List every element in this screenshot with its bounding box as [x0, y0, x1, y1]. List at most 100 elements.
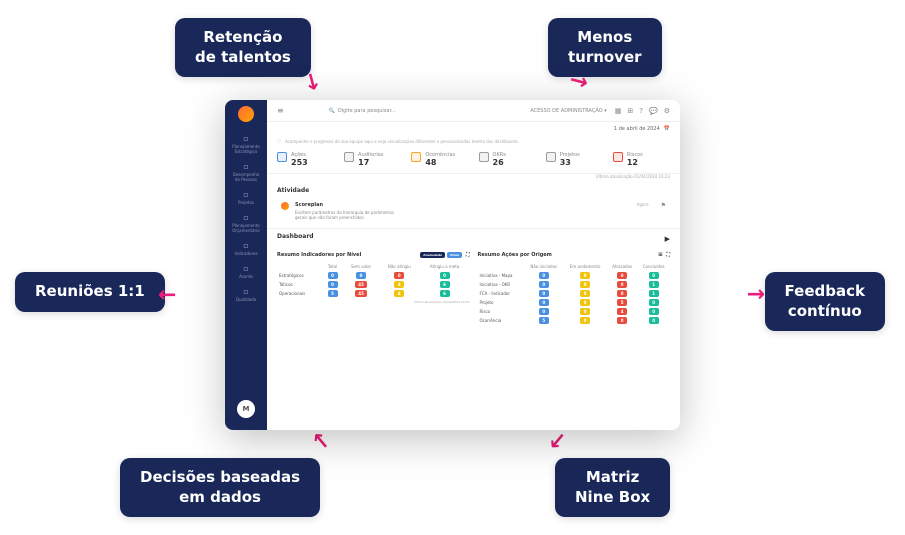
row-label: Iniciativa - Mapa	[478, 271, 525, 280]
sidebar-item-2[interactable]: ▫Projetos	[228, 186, 264, 209]
cell-value: 0	[649, 272, 659, 279]
table-row[interactable]: Iniciativa - OKR0001	[478, 280, 671, 289]
cell-value: 0	[580, 281, 590, 288]
stat-value: 26	[493, 158, 506, 167]
nav-icon: ▫	[230, 213, 262, 222]
cell-value: 0	[580, 290, 590, 297]
nav-icon: ▫	[230, 134, 262, 143]
play-icon[interactable]: ▶	[665, 235, 670, 243]
help-icon[interactable]: ?	[639, 107, 643, 115]
stat-value: 17	[358, 158, 383, 167]
expand-icon[interactable]: ⛶	[466, 252, 470, 258]
row-label: Risco	[478, 307, 525, 316]
arrow-icon: →	[747, 282, 765, 307]
stat-value: 33	[560, 158, 580, 167]
search-placeholder: Digite para pesquisar...	[338, 108, 396, 114]
cell-value: 0	[539, 290, 549, 297]
bubble-decisoes: Decisões baseadasem dados	[120, 458, 320, 517]
bubble-matriz: MatrizNine Box	[555, 458, 670, 517]
table-row[interactable]: Projeto 0 0 5 0	[478, 298, 671, 307]
col-header: Não atingiu	[379, 262, 419, 271]
pill-acumulado[interactable]: Acumulado	[420, 252, 445, 258]
stat-icon	[277, 152, 287, 162]
sidebar-item-0[interactable]: ▫Planejamento Estratégico	[228, 130, 264, 158]
arrow-icon: →	[158, 282, 176, 307]
cell-value: 0	[580, 272, 590, 279]
stat-okrs[interactable]: OKRs26	[479, 152, 536, 167]
nav-icon: ▫	[230, 190, 262, 199]
avatar[interactable]: M	[237, 400, 255, 418]
cell-value: 45	[355, 281, 367, 288]
sidebar-item-4[interactable]: ▫Indicadores	[228, 237, 264, 260]
cell-value: 0	[539, 299, 549, 306]
cell-value: 5	[328, 290, 338, 297]
col-header: Em andamento	[563, 262, 607, 271]
sidebar-item-5[interactable]: ▫Acordo	[228, 260, 264, 283]
admin-access-dropdown[interactable]: ACESSO DE ADMINISTRAÇÃO ▾	[530, 108, 606, 114]
cell-value: 5	[539, 317, 549, 324]
stat-icon	[613, 152, 623, 162]
stat-icon	[344, 152, 354, 162]
activity-time: Agora	[637, 202, 649, 207]
cell-value: 0	[539, 272, 549, 279]
chat-icon[interactable]: 💬	[649, 107, 658, 115]
calendar-icon[interactable]: 📅	[664, 126, 670, 132]
stat-icon	[479, 152, 489, 162]
grid-icon[interactable]: ▦	[615, 107, 622, 115]
cell-value: 1	[649, 281, 659, 288]
col-header: Não iniciados	[524, 262, 563, 271]
cell-value: 0	[328, 281, 338, 288]
settings-icon[interactable]: ⚙	[664, 107, 670, 115]
cell-value: 0	[394, 272, 404, 279]
logo-icon[interactable]	[238, 106, 254, 122]
activity-logo-icon	[281, 202, 289, 210]
stat-auditorias[interactable]: Auditorias17	[344, 152, 401, 167]
row-label: Estratégicos	[277, 271, 322, 280]
col-header: Concluídos	[637, 262, 670, 271]
nav-icon: ▫	[230, 287, 262, 296]
cell-value: 4	[394, 290, 404, 297]
table-row[interactable]: Ocorrência5000	[478, 316, 671, 325]
flag-icon[interactable]: ⚑	[661, 202, 666, 209]
apps-icon[interactable]: ⊞	[627, 107, 633, 115]
cell-value: 0	[539, 281, 549, 288]
table-row[interactable]: Iniciativa - Mapa0000	[478, 271, 671, 280]
app-window: ▫Planejamento Estratégico▫Desempenho de …	[225, 100, 680, 430]
nav-icon: ▫	[230, 241, 262, 250]
row-label: Iniciativa - OKR	[478, 280, 525, 289]
row-label: Táticos	[277, 280, 322, 289]
panel-origem: Resumo Ações por Origem ⊞ ⛶ Não iniciado…	[478, 252, 671, 325]
activity-item[interactable]: Scoreplan Existem parâmetros da hierarqu…	[277, 198, 670, 224]
sidebar-item-1[interactable]: ▫Desempenho de Pessoas	[228, 158, 264, 186]
row-label: Projeto	[478, 298, 525, 307]
cell-value: 1	[649, 290, 659, 297]
search-input[interactable]: 🔍 Digite para pesquisar...	[329, 108, 449, 114]
col-header: Sem valor	[343, 262, 379, 271]
row-label: Operacionais	[277, 289, 322, 298]
stat-value: 253	[291, 158, 308, 167]
cell-value: 0	[649, 299, 659, 306]
bubble-feedback: Feedbackcontínuo	[765, 272, 885, 331]
expand-icon[interactable]: ⛶	[666, 252, 670, 258]
stat-ações[interactable]: Ações253	[277, 152, 334, 167]
stat-ocorrências[interactable]: Ocorrências48	[411, 152, 468, 167]
cell-value: 0	[580, 299, 590, 306]
sidebar: ▫Planejamento Estratégico▫Desempenho de …	[225, 100, 267, 430]
sidebar-item-3[interactable]: ▫Planejamento Orçamentário	[228, 209, 264, 237]
cell-value: 5	[617, 299, 627, 306]
table-row[interactable]: FCA - Indicador0001	[478, 289, 671, 298]
cell-value: 45	[355, 290, 367, 297]
pill-atual[interactable]: Atual	[447, 252, 462, 258]
col-header: Atingiu a meta	[420, 262, 470, 271]
row-label: Ocorrência	[478, 316, 525, 325]
menu-icon[interactable]: ≡	[277, 106, 284, 115]
stat-riscos[interactable]: Riscos12	[613, 152, 670, 167]
sidebar-item-6[interactable]: ▫Qualidade	[228, 283, 264, 306]
cell-value: 0	[539, 308, 549, 315]
table-row[interactable]: Táticos04546	[277, 280, 470, 289]
table-row[interactable]: Estratégicos0000	[277, 271, 470, 280]
filter-icon[interactable]: ⊞	[658, 252, 662, 258]
table-row[interactable]: Risco0040	[478, 307, 671, 316]
stat-projetos[interactable]: Projetos33	[546, 152, 603, 167]
table-row[interactable]: Operacionais54546	[277, 289, 470, 298]
